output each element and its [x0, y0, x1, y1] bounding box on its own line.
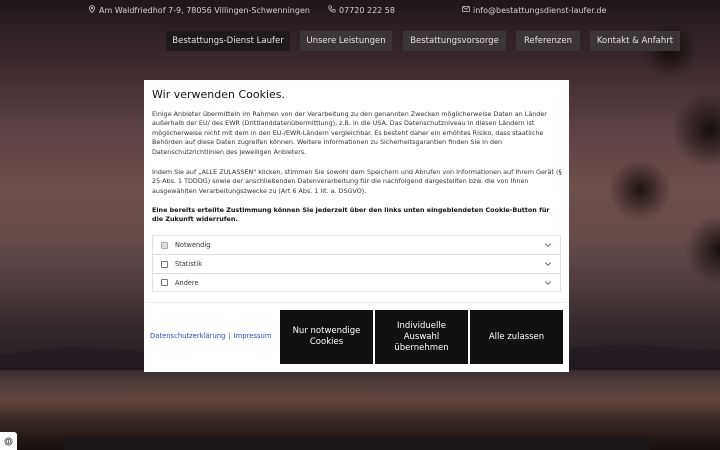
- cookie-consent-dialog: Wir verwenden Cookies. Einige Anbieter ü…: [144, 80, 569, 372]
- address-info: Am Waldfriedhof 7-9, 78056 Villingen-Sch…: [88, 5, 310, 15]
- cookie-category-necessary[interactable]: Notwendig: [152, 235, 561, 254]
- chevron-down-icon[interactable]: [544, 260, 552, 268]
- top-info-bar: Am Waldfriedhof 7-9, 78056 Villingen-Sch…: [0, 0, 720, 22]
- necessary-label: Notwendig: [175, 241, 211, 249]
- location-pin-icon: [88, 5, 96, 15]
- individual-selection-button[interactable]: Individuelle Auswahl übernehmen: [375, 310, 468, 364]
- dialog-divider: [144, 302, 569, 303]
- dialog-paragraph-revoke: Eine bereits erteilte Zustimmung können …: [152, 206, 550, 224]
- dialog-paragraph-third-country: Einige Anbieter übermitteln im Rahmen vo…: [152, 110, 547, 156]
- email-text[interactable]: info@bestattungsdienst-laufer.de: [473, 6, 606, 15]
- legal-links: Datenschutzerklärung | Impressum: [150, 332, 271, 340]
- chevron-down-icon[interactable]: [544, 279, 552, 287]
- phone-text[interactable]: 07720 222 58: [339, 6, 395, 15]
- cookie-category-list: Notwendig Statistik Andere: [152, 235, 561, 292]
- nav-item-referenzen[interactable]: Referenzen: [516, 31, 580, 51]
- phone-icon: [328, 5, 336, 15]
- cookie-category-statistics[interactable]: Statistik: [152, 254, 561, 273]
- nav-item-kontakt[interactable]: Kontakt & Anfahrt: [590, 31, 680, 51]
- privacy-policy-link[interactable]: Datenschutzerklärung: [150, 332, 225, 340]
- statistics-label: Statistik: [175, 260, 202, 268]
- nav-item-vorsorge[interactable]: Bestattungsvorsorge: [403, 31, 506, 51]
- imprint-link[interactable]: Impressum: [234, 332, 272, 340]
- envelope-icon: [462, 5, 470, 15]
- dialog-title: Wir verwenden Cookies.: [152, 88, 286, 101]
- necessary-only-button[interactable]: Nur notwendige Cookies: [280, 310, 373, 364]
- statistics-checkbox[interactable]: [161, 260, 168, 268]
- address-text: Am Waldfriedhof 7-9, 78056 Villingen-Sch…: [99, 5, 310, 15]
- fingerprint-icon: [4, 437, 13, 445]
- content-box-edge: [64, 437, 650, 450]
- nav-item-leistungen[interactable]: Unsere Leistungen: [300, 31, 392, 51]
- other-checkbox[interactable]: [161, 279, 168, 286]
- allow-all-button[interactable]: Alle zulassen: [470, 310, 563, 364]
- dialog-paragraph-consent: Indem Sie auf „ALLE ZULASSEN" klicken, s…: [152, 168, 562, 195]
- cookie-settings-button[interactable]: [0, 432, 17, 450]
- cookie-category-other[interactable]: Andere: [152, 273, 561, 292]
- phone-info[interactable]: 07720 222 58: [328, 5, 395, 15]
- chevron-down-icon[interactable]: [544, 241, 552, 249]
- main-navigation: Bestattungs-Dienst Laufer Unsere Leistun…: [0, 31, 720, 51]
- nav-item-home[interactable]: Bestattungs-Dienst Laufer: [166, 31, 290, 51]
- necessary-checkbox: [161, 241, 168, 249]
- email-info[interactable]: info@bestattungsdienst-laufer.de: [462, 5, 606, 15]
- other-label: Andere: [175, 278, 199, 287]
- link-separator: |: [228, 332, 231, 340]
